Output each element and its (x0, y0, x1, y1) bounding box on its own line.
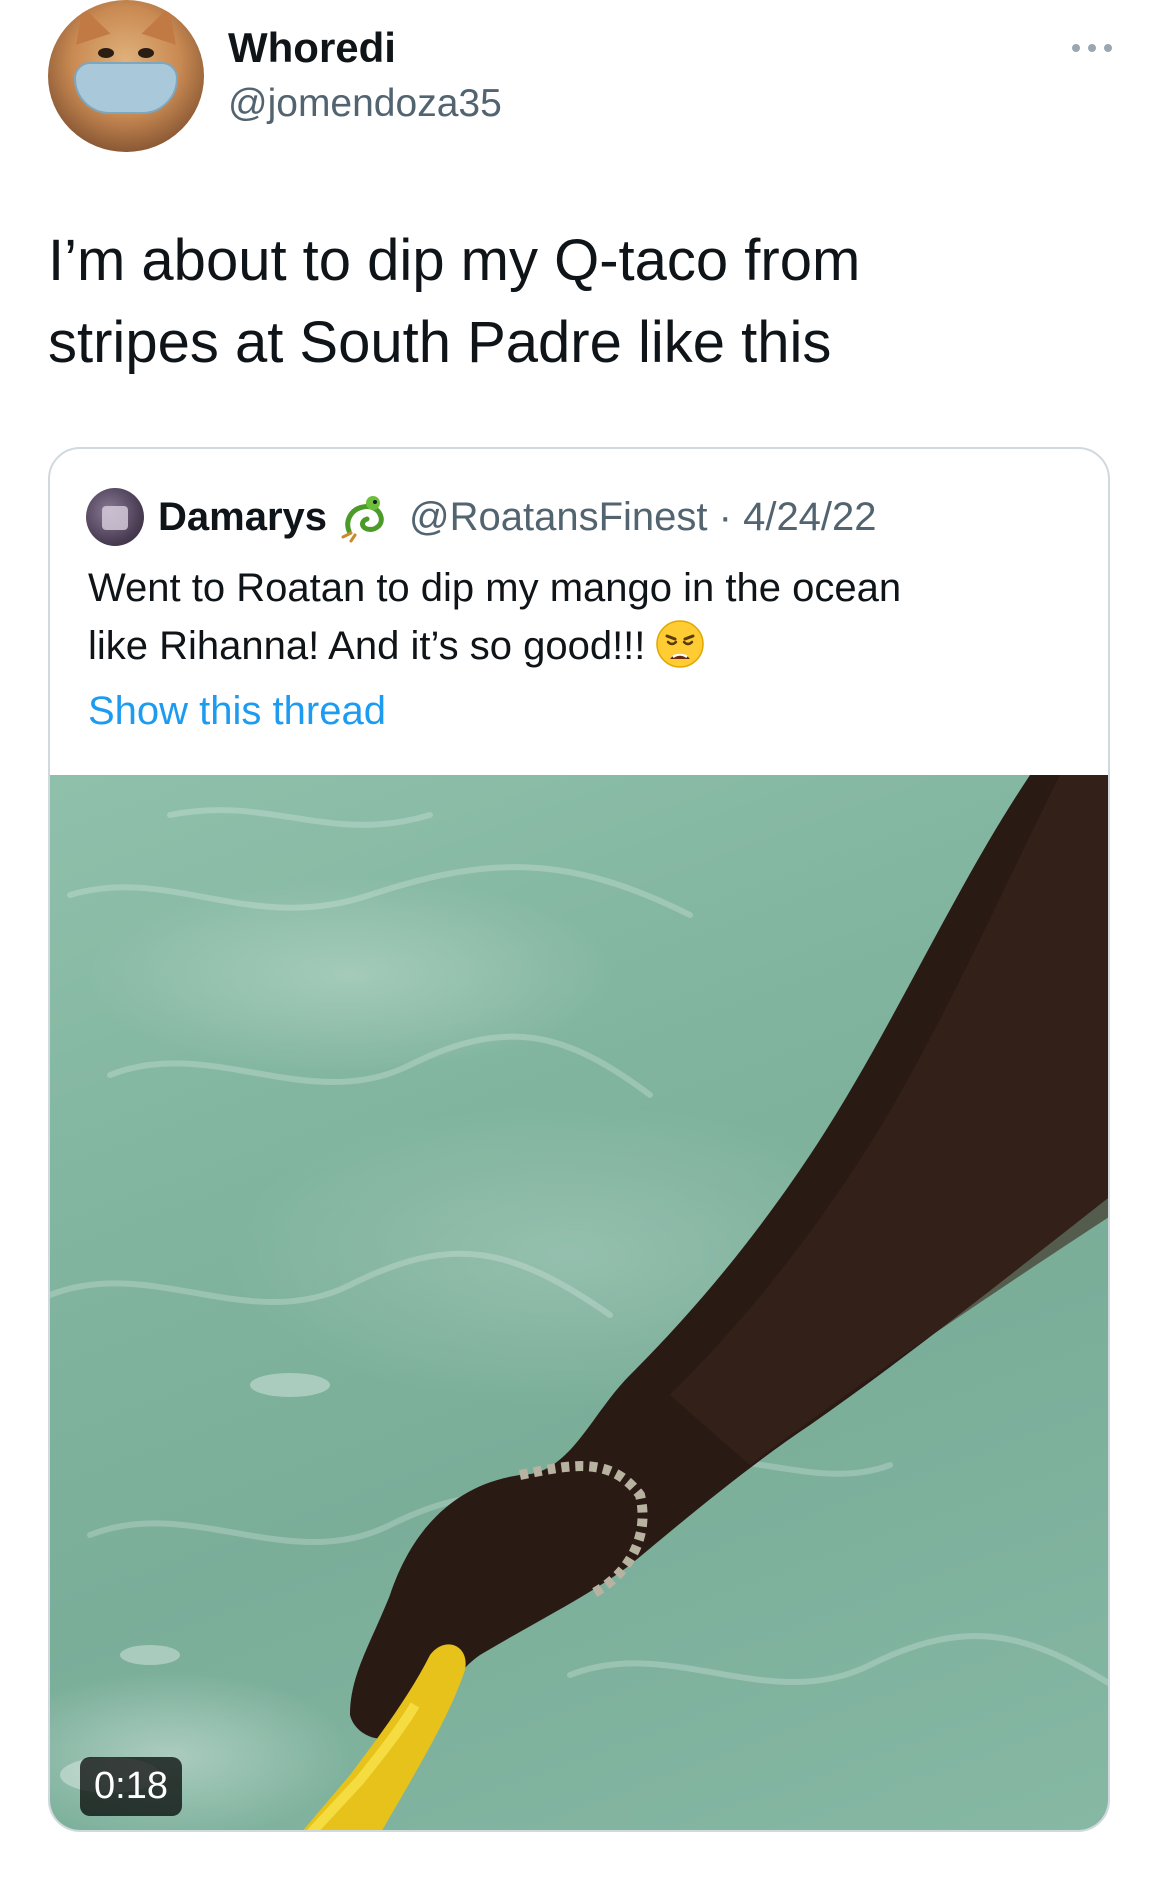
tweet: Whoredi @jomendoza35 I’m about to dip my… (0, 0, 1170, 1899)
tweet-text-line: I’m about to dip my Q-taco from (48, 228, 861, 293)
quoted-text-line: like Rihanna! And it’s so good!!! (88, 624, 646, 668)
video-frame (50, 775, 1108, 1830)
avatar-ear-right (141, 1, 187, 45)
avatar-eye-right (138, 48, 154, 58)
dragon-icon (341, 496, 384, 543)
quoted-display-name[interactable]: Damarys (158, 495, 327, 540)
quoted-tweet-header: Damarys @RoatansFinest · 4/24/22 (86, 487, 877, 547)
tweet-text: I’m about to dip my Q-taco from stripes … (48, 220, 1108, 384)
quoted-text-line: Went to Roatan to dip my mango in the oc… (88, 566, 902, 610)
avatar-face-mask (74, 62, 178, 114)
display-name[interactable]: Whoredi (228, 24, 396, 72)
video-player[interactable]: 0:18 (50, 775, 1108, 1830)
user-avatar[interactable] (48, 0, 204, 152)
more-dot (1088, 44, 1096, 52)
quoted-text-line-2: like Rihanna! And it’s so good!!! (88, 617, 1078, 675)
quoted-tweet-text: Went to Roatan to dip my mango in the oc… (88, 559, 1078, 675)
tweet-text-line: stripes at South Padre like this (48, 310, 832, 375)
avatar-ear-left (65, 1, 111, 45)
avatar-eye-left (98, 48, 114, 58)
user-handle[interactable]: @jomendoza35 (228, 82, 502, 126)
quoted-handle-date[interactable]: @RoatansFinest · 4/24/22 (409, 495, 877, 540)
more-dot (1104, 44, 1112, 52)
quoted-user-avatar[interactable] (86, 488, 144, 546)
quoted-tweet-card[interactable]: Damarys @RoatansFinest · 4/24/22 Went to… (48, 447, 1110, 1832)
show-thread-link[interactable]: Show this thread (88, 689, 386, 734)
video-duration-badge: 0:18 (80, 1757, 182, 1816)
more-horizontal-icon[interactable] (1062, 38, 1122, 58)
more-dot (1072, 44, 1080, 52)
weary-face-icon (656, 620, 705, 669)
